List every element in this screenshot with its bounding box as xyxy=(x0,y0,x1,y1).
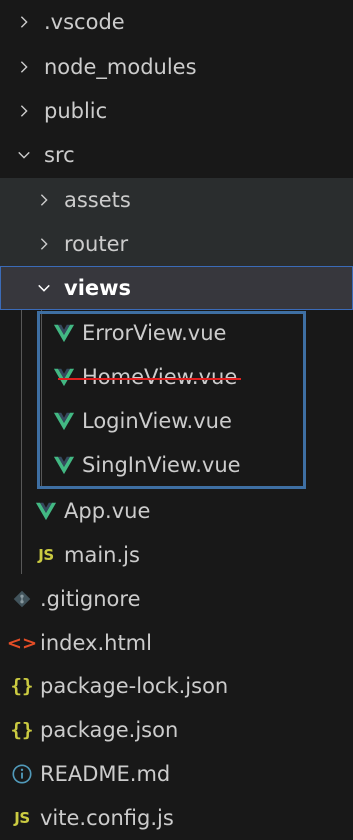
tree-item-router-folder[interactable]: router xyxy=(0,222,353,266)
tree-item-label: assets xyxy=(64,187,131,212)
tree-item-public-folder[interactable]: public xyxy=(0,89,353,133)
javascript-file-icon: JS xyxy=(38,546,54,564)
tree-item-src-folder[interactable]: src xyxy=(0,133,353,177)
tree-item-label: vite.config.js xyxy=(40,805,174,830)
chevron-right-icon xyxy=(34,190,54,210)
tree-item-label: main.js xyxy=(64,542,140,567)
tree-item-readme-file[interactable]: README.md xyxy=(0,752,353,796)
vue-file-icon xyxy=(52,409,76,433)
tree-item-label: src xyxy=(44,142,75,167)
tree-item-assets-folder[interactable]: assets xyxy=(0,178,353,222)
chevron-down-icon xyxy=(14,145,34,165)
tree-item-label: .gitignore xyxy=(40,586,141,611)
tree-item-label: index.html xyxy=(40,630,152,655)
tree-item-loginview-file[interactable]: LoginView.vue xyxy=(0,399,353,443)
tree-item-label: SingInView.vue xyxy=(82,452,241,477)
chevron-right-icon xyxy=(34,234,54,254)
tree-item-label: README.md xyxy=(40,761,171,786)
tree-item-singinview-file[interactable]: SingInView.vue xyxy=(0,443,353,487)
info-icon xyxy=(10,762,34,786)
tree-item-label: package.json xyxy=(40,717,179,742)
tree-item-label: .vscode xyxy=(44,9,125,34)
vue-file-icon xyxy=(34,499,58,523)
tree-item-app-vue-file[interactable]: App.vue xyxy=(0,489,353,533)
tree-item-label: router xyxy=(64,231,129,256)
chevron-right-icon xyxy=(14,101,34,121)
tree-item-label: public xyxy=(44,98,108,123)
tree-item-package-json-file[interactable]: {} package.json xyxy=(0,708,353,752)
tree-item-errorview-file[interactable]: ErrorView.vue xyxy=(0,311,353,355)
tree-item-label: LoginView.vue xyxy=(82,408,232,433)
git-file-icon xyxy=(10,587,34,611)
tree-item-label: views xyxy=(64,275,132,300)
tree-item-label: HomeView.vue xyxy=(57,364,242,389)
tree-item-main-js-file[interactable]: JS main.js xyxy=(0,533,353,577)
json-file-icon: {} xyxy=(10,675,34,697)
chevron-right-icon xyxy=(14,57,34,77)
tree-item-vite-config-js-file[interactable]: JS vite.config.js xyxy=(0,796,353,840)
tree-item-views-folder[interactable]: views xyxy=(0,266,353,310)
tree-item-vscode-folder[interactable]: .vscode xyxy=(0,0,353,44)
file-explorer: .vscode node_modules public src assets r… xyxy=(0,0,353,840)
javascript-file-icon: JS xyxy=(14,809,30,827)
tree-item-label: node_modules xyxy=(44,54,197,79)
tree-item-homeview-file[interactable]: HomeView.vue xyxy=(0,355,353,399)
tree-item-node-modules-folder[interactable]: node_modules xyxy=(0,45,353,89)
html-file-icon: <> xyxy=(6,632,38,654)
vue-file-icon xyxy=(52,321,76,345)
tree-item-index-html-file[interactable]: <> index.html xyxy=(0,621,353,665)
vue-file-icon xyxy=(52,453,76,477)
json-file-icon: {} xyxy=(10,719,34,741)
tree-item-package-lock-json-file[interactable]: {} package-lock.json xyxy=(0,664,353,708)
chevron-right-icon xyxy=(14,12,34,32)
tree-item-label: App.vue xyxy=(64,498,151,523)
tree-item-label: package-lock.json xyxy=(40,673,229,698)
tree-item-gitignore-file[interactable]: .gitignore xyxy=(0,577,353,621)
chevron-down-icon xyxy=(34,278,54,298)
tree-item-label: ErrorView.vue xyxy=(82,320,227,345)
